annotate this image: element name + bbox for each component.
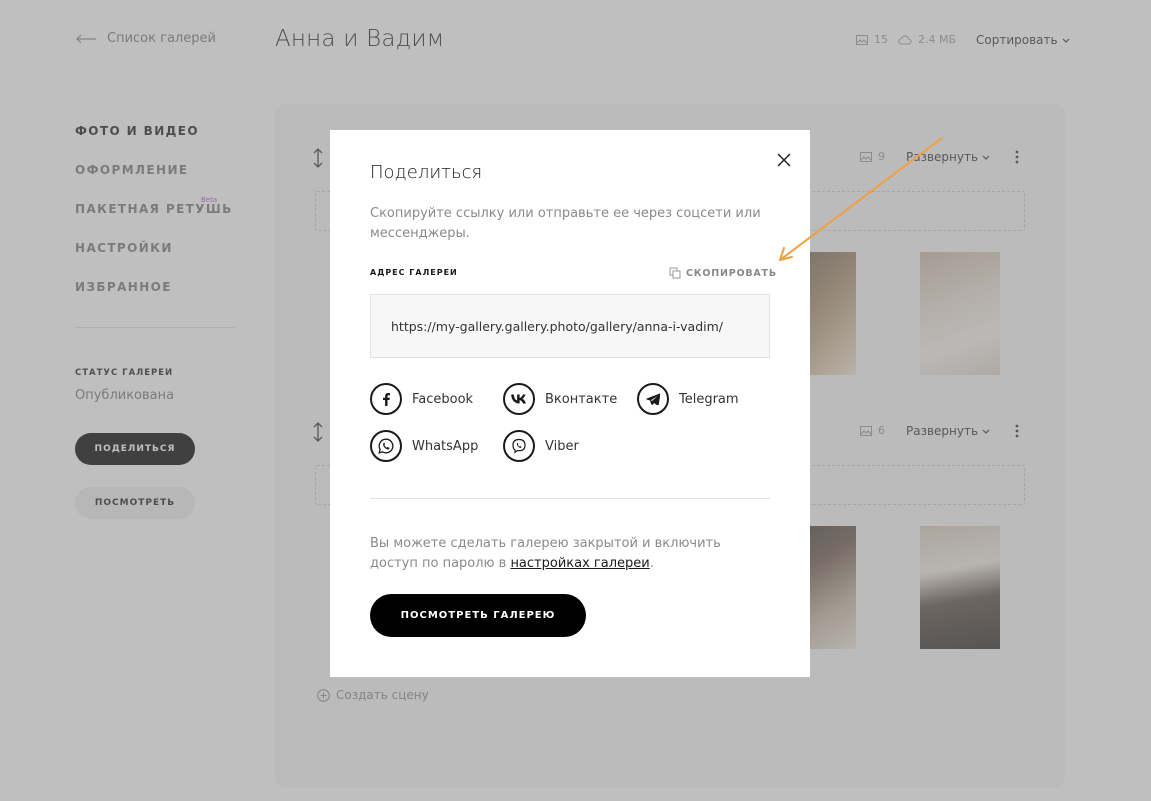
- social-label: Вконтакте: [545, 391, 618, 407]
- viber-icon: [503, 430, 535, 462]
- copy-link-button[interactable]: СКОПИРОВАТЬ: [669, 267, 777, 279]
- view-gallery-button[interactable]: ПОСМОТРЕТЬ ГАЛЕРЕЮ: [370, 594, 586, 637]
- share-vk-button[interactable]: Вконтакте: [503, 383, 617, 415]
- close-icon[interactable]: [776, 152, 792, 168]
- modal-title: Поделиться: [370, 162, 483, 183]
- share-whatsapp-button[interactable]: WhatsApp: [370, 430, 478, 462]
- social-label: Telegram: [679, 391, 739, 407]
- copy-label: СКОПИРОВАТЬ: [686, 267, 777, 279]
- social-label: WhatsApp: [412, 438, 479, 454]
- telegram-icon: [637, 383, 669, 415]
- copy-icon: [669, 267, 681, 279]
- share-facebook-button[interactable]: Facebook: [370, 383, 473, 415]
- gallery-address-label: АДРЕС ГАЛЕРЕИ: [370, 268, 458, 277]
- gallery-url-field[interactable]: https://my-gallery.gallery.photo/gallery…: [370, 294, 770, 358]
- share-viber-button[interactable]: Viber: [503, 430, 579, 462]
- social-label: Viber: [545, 438, 579, 454]
- modal-description: Скопируйте ссылку или отправьте ее через…: [370, 206, 761, 241]
- private-gallery-note: Вы можете сделать галерею закрытой и вкл…: [370, 534, 770, 574]
- gallery-settings-link[interactable]: настройках галереи: [510, 556, 649, 571]
- share-modal: Поделиться Скопируйте ссылку или отправь…: [330, 130, 810, 677]
- share-telegram-button[interactable]: Telegram: [637, 383, 739, 415]
- facebook-icon: [370, 383, 402, 415]
- modal-divider: [370, 498, 770, 499]
- whatsapp-icon: [370, 430, 402, 462]
- note-suffix: .: [649, 556, 654, 571]
- gallery-url-value: https://my-gallery.gallery.photo/gallery…: [391, 318, 724, 334]
- vk-icon: [503, 383, 535, 415]
- social-label: Facebook: [412, 391, 474, 407]
